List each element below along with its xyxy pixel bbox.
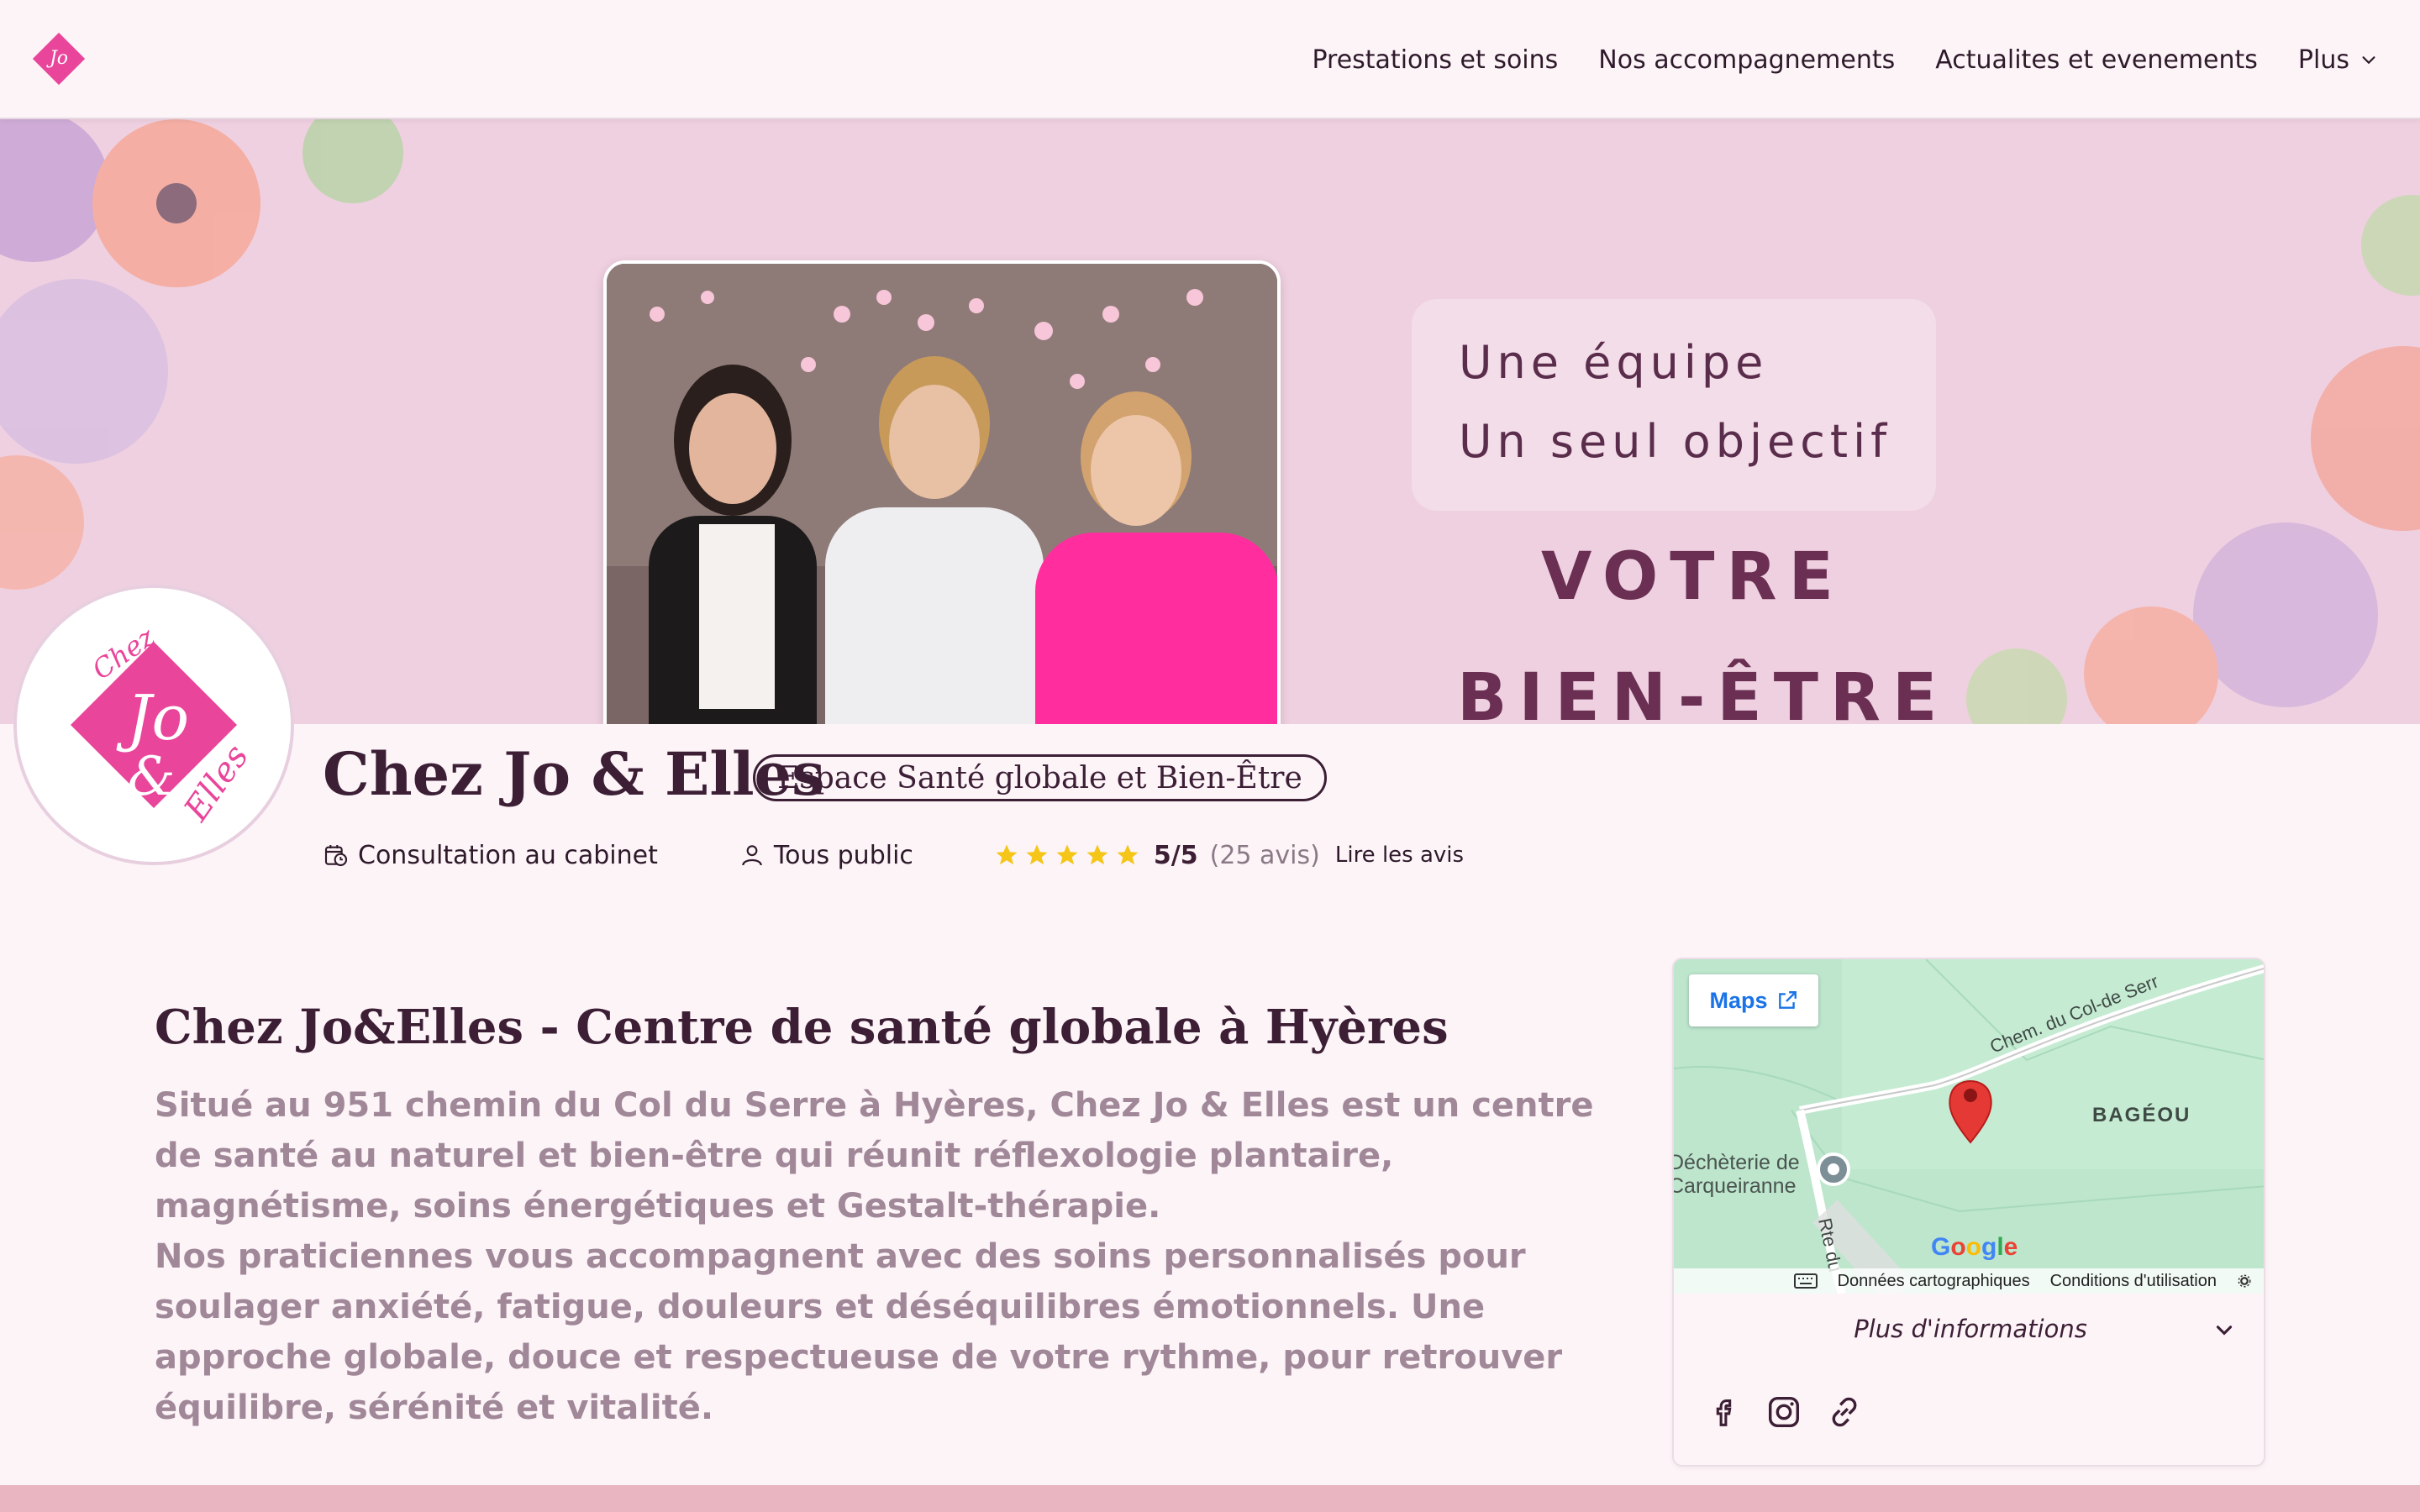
hero-banner: Une équipe Un seul objectif VOTRE BIEN-Ê… (0, 119, 2420, 724)
profile-meta: Consultation au cabinet Tous public 5/5 … (323, 835, 1464, 875)
read-reviews-link[interactable]: Lire les avis (1335, 843, 1464, 868)
audience-info: Tous public (739, 841, 913, 870)
nav-item-label: Prestations et soins (1312, 45, 1559, 75)
map-terms-link[interactable]: Conditions d'utilisation (2050, 1272, 2217, 1291)
map-view[interactable]: Chem. du Col-de Serr Rte du Maps BAGÉOU … (1674, 959, 2264, 1294)
calendar-clock-icon (324, 845, 348, 867)
nav-item-label: Nos accompagnements (1598, 45, 1896, 75)
top-navigation: Jo Prestations et soins Nos accompagneme… (0, 0, 2420, 119)
map-area-label: BAGÉOU (2092, 1104, 2191, 1126)
tagline-line-4: BIEN-ÊTRE (1457, 660, 1949, 724)
footer-band (0, 1485, 2420, 1512)
nav-item-label: Actualites et evenements (1935, 45, 2258, 75)
svg-text:Jo: Jo (46, 48, 68, 69)
review-count: (25 avis) (1209, 840, 1320, 870)
page-title: Chez Jo & Elles (323, 739, 825, 809)
map-poi-line: Carqueiranne (1674, 1174, 1797, 1198)
svg-text:&: & (128, 746, 176, 808)
team-photo-illustration (607, 264, 1277, 724)
category-badge: Espace Santé globale et Bien-Être (753, 754, 1327, 801)
tagline-box (1412, 299, 1936, 511)
map-poi-label: Déchèterie de Carqueiranne (1674, 1151, 1800, 1198)
consultation-info: Consultation au cabinet (323, 841, 658, 870)
map-poi-line: Déchèterie de (1674, 1151, 1800, 1174)
team-photo (603, 260, 1281, 724)
star-icon (1117, 844, 1139, 865)
location-card: Chem. du Col-de Serr Rte du Maps BAGÉOU … (1672, 958, 2265, 1467)
map-attribution: Données cartographiques Conditions d'uti… (1674, 1268, 2264, 1294)
consultation-label: Consultation au cabinet (358, 840, 658, 870)
nav-item-accompagnements[interactable]: Nos accompagnements (1598, 45, 1895, 75)
main-menu: Prestations et soins Nos accompagnements… (1312, 0, 2378, 119)
rating-stars (994, 843, 1140, 868)
svg-text:Jo: Jo (116, 682, 189, 754)
star-icon (1026, 844, 1048, 865)
audience-label: Tous public (773, 840, 913, 870)
tagline-line-2: Un seul objectif (1459, 415, 1892, 468)
nav-item-plus[interactable]: Plus (2298, 45, 2378, 75)
description-paragraph: Nos praticiennes vous accompagnent avec … (155, 1237, 1563, 1427)
facebook-icon[interactable] (1704, 1393, 1743, 1431)
chevron-down-icon (2216, 1326, 2233, 1336)
social-links (1704, 1393, 1864, 1431)
nav-item-label: Plus (2297, 45, 2349, 75)
google-logo: Google (1931, 1233, 2018, 1261)
description: Situé au 951 chemin du Col du Serre à Hy… (155, 1080, 1642, 1433)
logo[interactable]: Jo (29, 29, 89, 89)
tagline-line-1: Une équipe (1459, 336, 1769, 389)
nav-item-actualites[interactable]: Actualites et evenements (1935, 45, 2258, 75)
user-icon (742, 845, 762, 866)
gear-icon[interactable] (2237, 1273, 2252, 1289)
external-link-icon (1778, 991, 1797, 1009)
map-data-link[interactable]: Données cartographiques (1838, 1272, 2030, 1291)
tagline-line-3: VOTRE (1541, 539, 1845, 615)
more-info-toggle[interactable]: Plus d'informations (1674, 1295, 2264, 1362)
avatar-logo: Chez Jo & Elles (71, 620, 256, 829)
star-icon (1056, 844, 1078, 865)
star-icon (996, 844, 1018, 865)
nav-item-prestations[interactable]: Prestations et soins (1312, 45, 1558, 75)
rating-value: 5/5 (1153, 840, 1198, 870)
profile-avatar: Chez Jo & Elles (13, 585, 294, 865)
description-paragraph: Situé au 951 chemin du Col du Serre à Hy… (155, 1086, 1594, 1226)
maps-button-label: Maps (1709, 987, 1768, 1013)
link-icon[interactable] (1825, 1393, 1864, 1431)
chevron-down-icon (2362, 56, 2375, 65)
more-info-label: Plus d'informations (1854, 1315, 2087, 1343)
section-title: Chez Jo&Elles - Centre de santé globale … (155, 1000, 1449, 1055)
open-in-maps-button[interactable]: Maps (1689, 974, 1818, 1026)
keyboard-icon[interactable] (1793, 1273, 1818, 1289)
instagram-icon[interactable] (1765, 1393, 1803, 1431)
star-icon (1086, 844, 1108, 865)
